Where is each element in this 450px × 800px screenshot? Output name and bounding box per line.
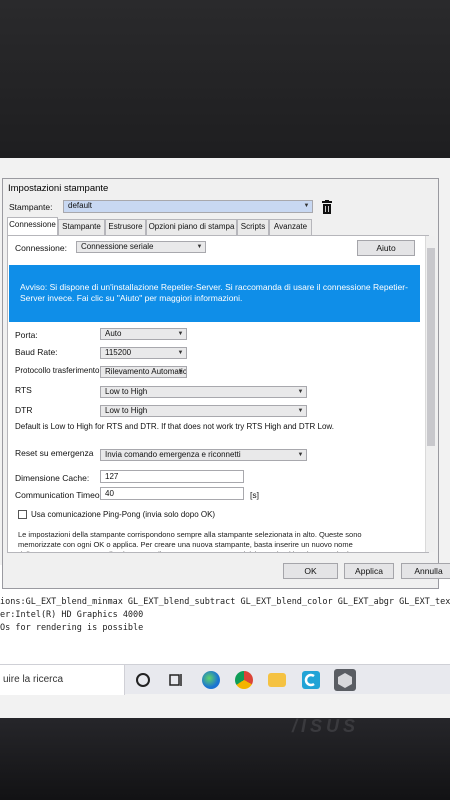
- chevron-down-icon: ▼: [177, 350, 184, 356]
- settings-footer-note: Le impostazioni della stampante corrispo…: [18, 530, 362, 552]
- dtr-label: DTR: [15, 405, 33, 415]
- laptop-brand-logo: /ISUS: [292, 716, 360, 736]
- transfer-protocol-label: Protocollo trasferimento:: [15, 366, 102, 375]
- search-circle-icon[interactable]: [136, 673, 150, 687]
- port-label: Porta:: [15, 330, 38, 340]
- connection-type-select[interactable]: Connessione seriale ▼: [76, 241, 206, 253]
- scrollbar-thumb[interactable]: [427, 248, 435, 446]
- taskbar-search-text: uire la ricerca: [3, 674, 64, 685]
- file-explorer-icon[interactable]: [268, 673, 286, 687]
- console-line: Os for rendering is possible: [0, 623, 144, 633]
- taskbar-search-box[interactable]: uire la ricerca: [0, 665, 125, 695]
- help-button[interactable]: Aiuto: [357, 240, 415, 256]
- task-view-icon[interactable]: [168, 671, 186, 689]
- repetier-server-info-banner: Avviso: Si dispone di un'installazione R…: [9, 265, 420, 322]
- dtr-select[interactable]: Low to High ▼: [100, 405, 307, 417]
- printer-select-value: default: [68, 201, 93, 210]
- connection-type-value: Connessione seriale: [81, 242, 154, 251]
- monitor-top-bezel: [0, 0, 450, 160]
- edge-icon[interactable]: [202, 671, 220, 689]
- baud-rate-value: 115200: [105, 348, 132, 357]
- panel-scrollbar[interactable]: [425, 236, 435, 552]
- transfer-protocol-value: Rilevamento Automatico: [105, 367, 187, 376]
- baud-rate-select[interactable]: 115200 ▼: [100, 347, 187, 359]
- chrome-icon[interactable]: [235, 671, 253, 689]
- rts-label: RTS: [15, 385, 32, 395]
- printer-select[interactable]: default ▼: [63, 200, 313, 213]
- dtr-value: Low to High: [105, 406, 148, 415]
- timeout-unit: [s]: [250, 490, 259, 500]
- repetier-host-icon[interactable]: [334, 669, 356, 691]
- delete-printer-icon[interactable]: [321, 200, 333, 214]
- tab-connessione[interactable]: Connessione: [7, 217, 58, 236]
- cache-size-label: Dimensione Cache:: [15, 473, 90, 483]
- laptop-bottom-bezel: [0, 718, 450, 800]
- windows-taskbar: uire la ricerca: [0, 664, 450, 695]
- tab-stampante[interactable]: Stampante: [58, 219, 105, 235]
- connection-type-label: Connessione:: [15, 243, 67, 253]
- chevron-down-icon: ▼: [177, 331, 184, 337]
- chevron-down-icon: ▼: [297, 389, 304, 395]
- apply-button[interactable]: Applica: [344, 563, 394, 579]
- ping-pong-label: Usa comunicazione Ping-Pong (invia solo …: [31, 510, 216, 519]
- rts-value: Low to High: [105, 387, 148, 396]
- tab-opzioni-piano[interactable]: Opzioni piano di stampa: [146, 219, 237, 235]
- transfer-protocol-select[interactable]: Rilevamento Automatico ▼: [100, 366, 187, 378]
- rts-select[interactable]: Low to High ▼: [100, 386, 307, 398]
- chevron-down-icon: ▼: [303, 203, 310, 209]
- dialog-title: Impostazioni stampante: [8, 183, 109, 194]
- chevron-down-icon: ▼: [297, 452, 304, 458]
- rts-dtr-default-note: Default is Low to High for RTS and DTR. …: [15, 422, 334, 431]
- chevron-down-icon: ▼: [297, 408, 304, 414]
- communication-timeout-label: Communication Timeout:: [15, 490, 110, 500]
- ok-button[interactable]: OK: [283, 563, 338, 579]
- emergency-reset-select[interactable]: Invia comando emergenza e riconnetti ▼: [100, 449, 307, 461]
- port-value: Auto: [105, 329, 122, 338]
- tab-estrusore[interactable]: Estrusore: [105, 219, 146, 235]
- info-banner-text: Avviso: Si dispone di un'installazione R…: [20, 282, 408, 303]
- cache-size-input[interactable]: 127: [100, 470, 244, 483]
- communication-timeout-input[interactable]: 40: [100, 487, 244, 500]
- baud-rate-label: Baud Rate:: [15, 347, 58, 357]
- console-line: ions:GL_EXT_blend_minmax GL_EXT_blend_su…: [0, 597, 450, 607]
- tab-avanzate[interactable]: Avanzate: [269, 219, 312, 235]
- cancel-button[interactable]: Annulla: [401, 563, 450, 579]
- port-select[interactable]: Auto ▼: [100, 328, 187, 340]
- emergency-reset-value: Invia comando emergenza e riconnetti: [105, 450, 241, 459]
- emergency-reset-label: Reset su emergenza: [15, 448, 94, 458]
- chevron-down-icon: ▼: [196, 244, 203, 250]
- printer-label: Stampante:: [9, 202, 53, 212]
- cura-icon[interactable]: [302, 671, 320, 689]
- chevron-down-icon: ▼: [177, 369, 184, 375]
- ping-pong-checkbox[interactable]: [18, 510, 27, 519]
- tab-scripts[interactable]: Scripts: [237, 219, 269, 235]
- console-line: er:Intel(R) HD Graphics 4000: [0, 610, 144, 620]
